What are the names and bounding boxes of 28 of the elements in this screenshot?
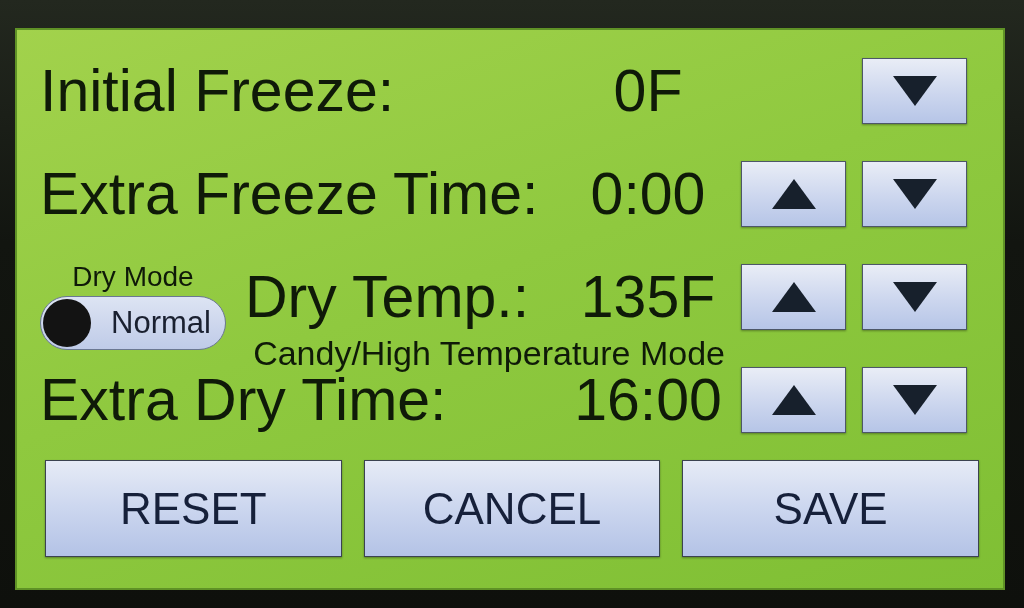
setting-value: 0:00 <box>590 164 706 224</box>
action-button[interactable]: CANCEL <box>363 460 661 557</box>
knob-icon <box>43 298 91 347</box>
triangle-down-icon <box>892 282 937 312</box>
triangle-down-icon <box>892 76 937 106</box>
setting-value: 135F <box>580 267 716 327</box>
setting-label: Dry Temp.: <box>245 267 530 327</box>
setting-value: 16:00 <box>574 370 722 430</box>
triangle-down-icon <box>892 179 937 209</box>
action-button[interactable]: SAVE <box>682 460 979 557</box>
decrease-button[interactable] <box>862 367 967 433</box>
increase-button[interactable] <box>741 161 846 227</box>
mode-title: Dry Mode <box>72 262 194 293</box>
mode-note: Candy/High Temperature Mode <box>253 336 725 372</box>
decrease-button[interactable] <box>862 264 967 330</box>
triangle-down-icon <box>892 385 937 415</box>
triangle-up-icon <box>771 179 816 209</box>
mode-toggle[interactable]: Normal <box>40 295 226 350</box>
increase-button[interactable] <box>741 367 846 433</box>
setting-label: Initial Freeze: <box>40 61 395 121</box>
action-button[interactable]: RESET <box>45 460 342 557</box>
triangle-up-icon <box>771 385 816 415</box>
decrease-button[interactable] <box>862 58 967 124</box>
setting-value: 0F <box>613 61 683 121</box>
decrease-button[interactable] <box>862 161 967 227</box>
increase-button[interactable] <box>741 264 846 330</box>
triangle-up-icon <box>771 282 816 312</box>
setting-label: Extra Freeze Time: <box>40 164 539 224</box>
